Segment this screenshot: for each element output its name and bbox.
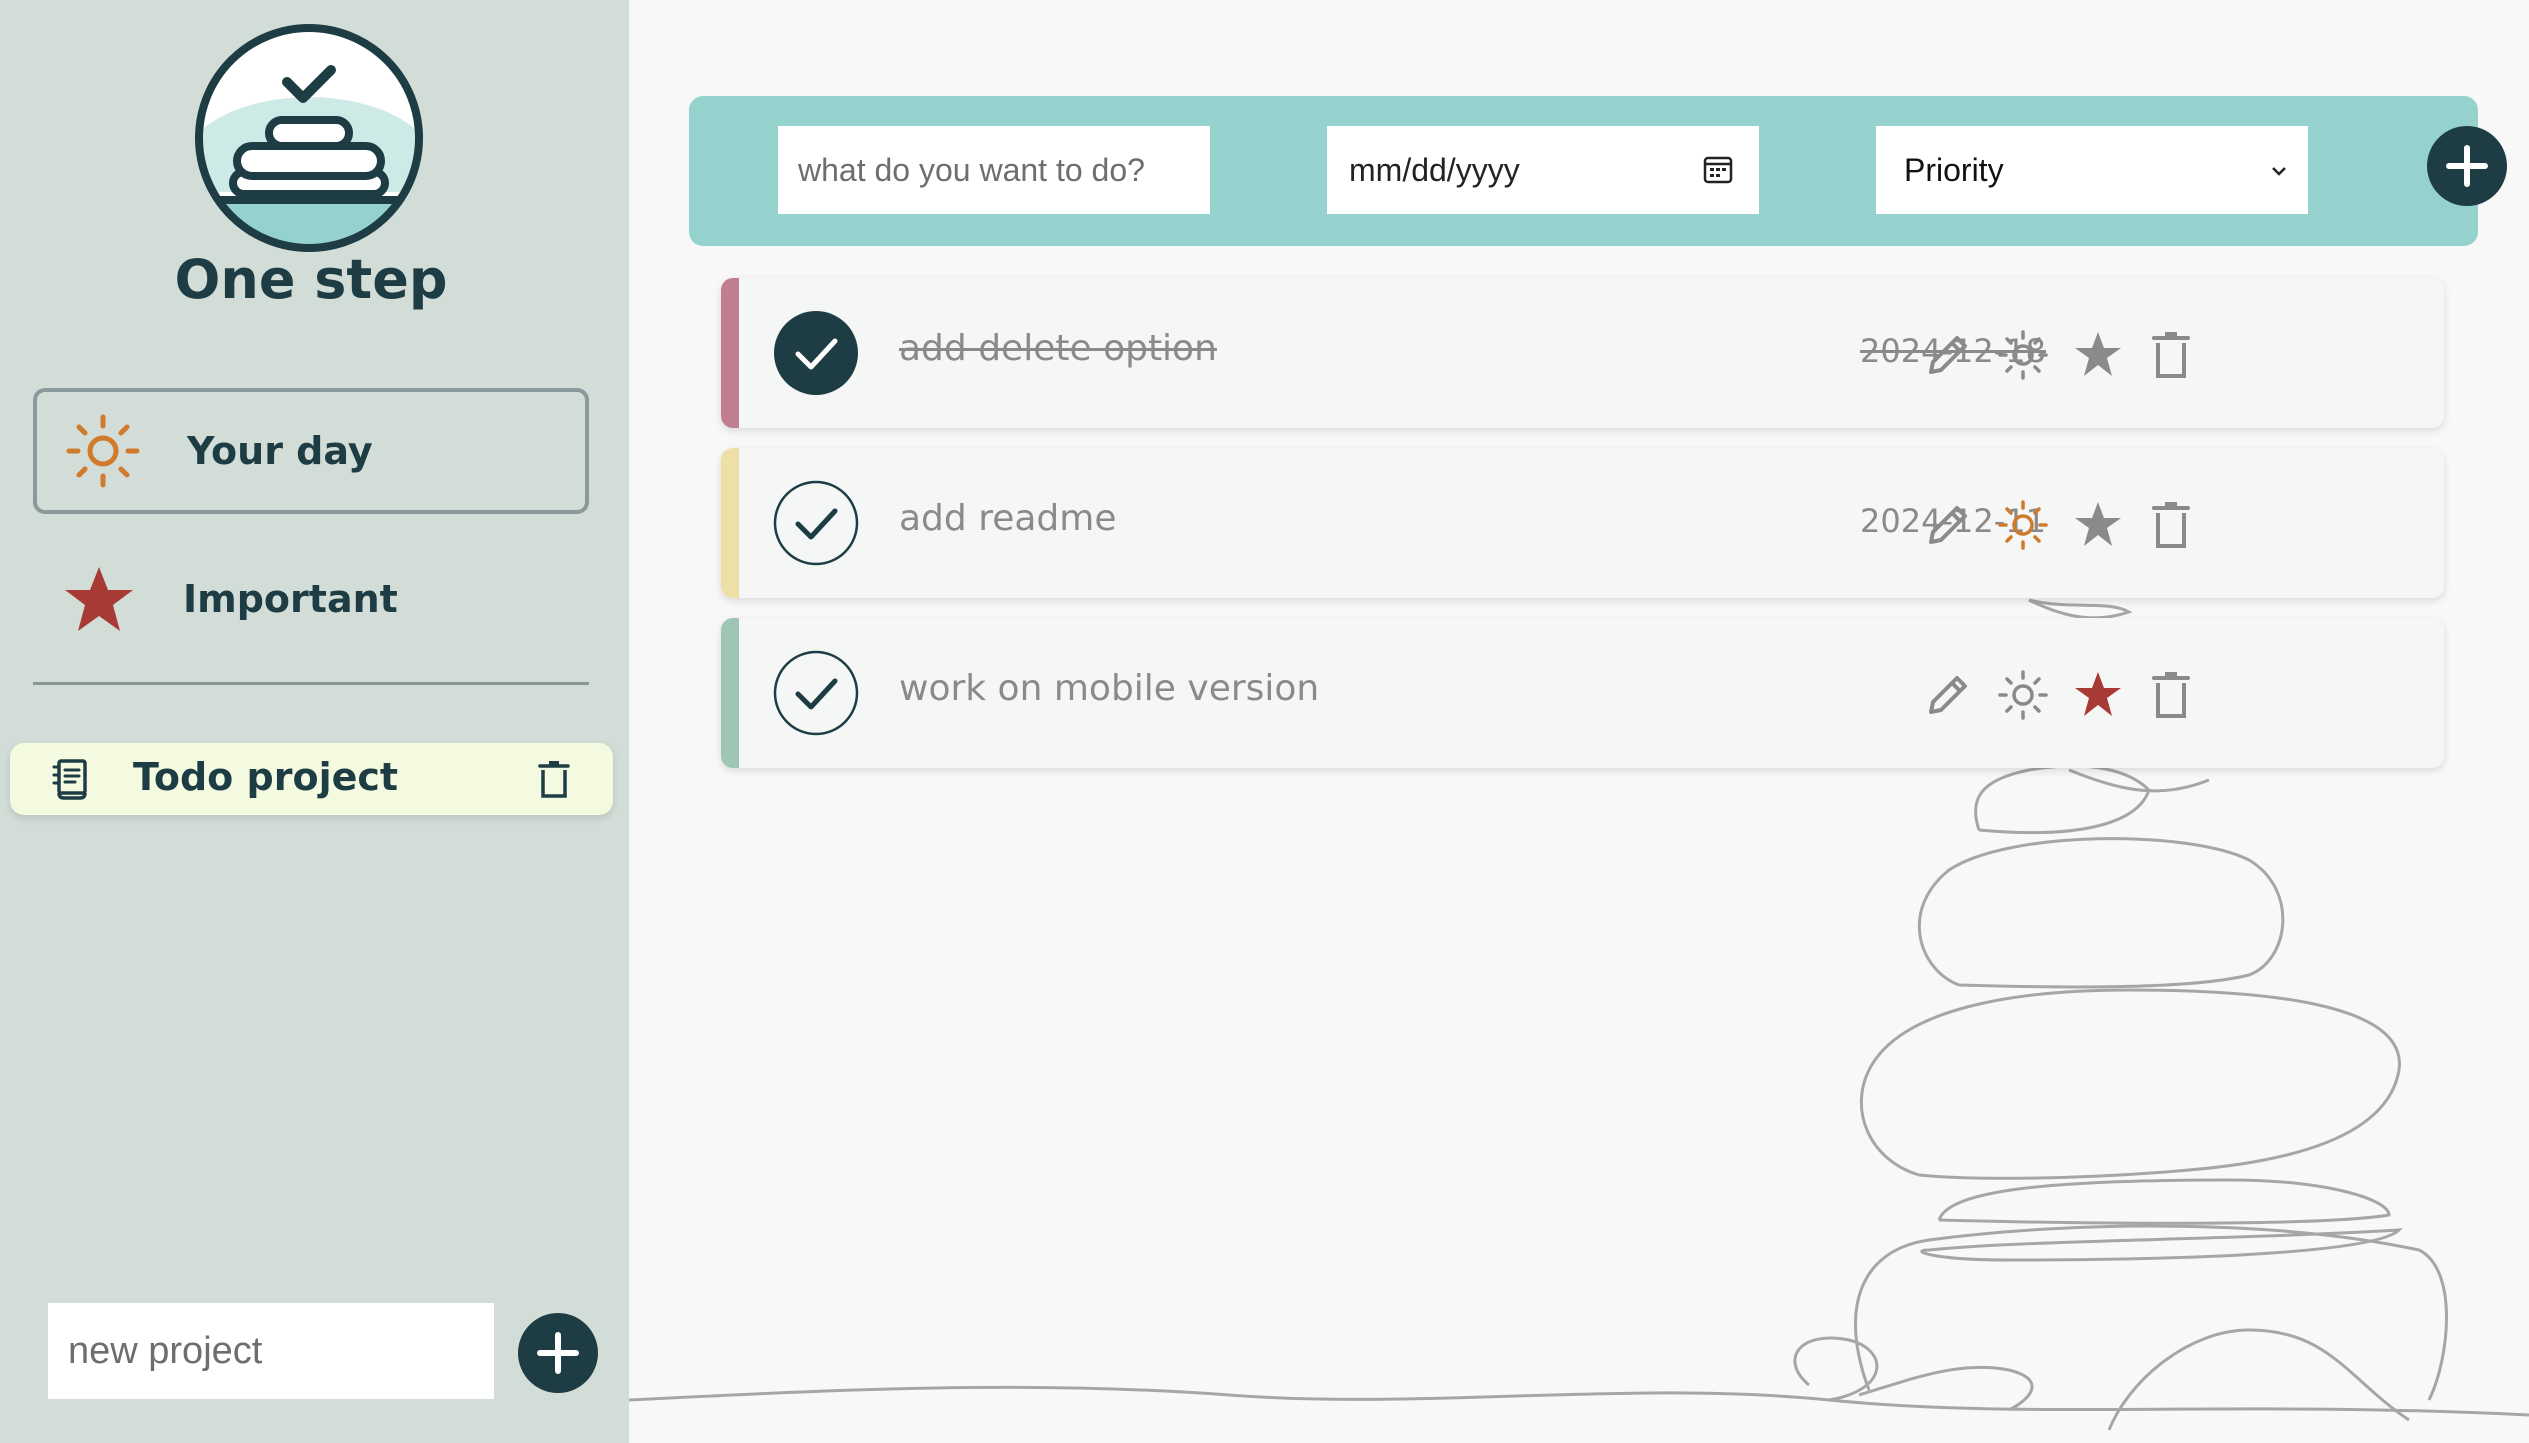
- complete-toggle[interactable]: [773, 650, 859, 736]
- task-title: work on mobile version: [899, 668, 1320, 709]
- plus-icon: [537, 1332, 579, 1374]
- app-title: One step: [174, 248, 448, 311]
- notebook-icon: [52, 759, 87, 800]
- add-project-button[interactable]: [518, 1313, 598, 1393]
- main-panel: mm/dd/yyyy Priority add delete: [629, 0, 2529, 1443]
- sun-icon[interactable]: [1996, 668, 2050, 722]
- sidebar: One step Your day Important Todo project…: [0, 0, 629, 1443]
- priority-value: Priority: [1904, 151, 2004, 188]
- pencil-icon[interactable]: [1921, 668, 1975, 722]
- star-icon: [65, 567, 133, 631]
- task-item: add delete option 2024-12-18: [721, 278, 2444, 428]
- priority-stripe: [721, 618, 739, 768]
- task-item: work on mobile version: [721, 618, 2444, 768]
- star-icon[interactable]: [2071, 668, 2125, 722]
- sidebar-divider: [33, 682, 589, 685]
- add-task-toolbar: mm/dd/yyyy Priority: [689, 96, 2507, 246]
- date-placeholder: mm/dd/yyyy: [1349, 151, 1520, 188]
- app-logo: [195, 24, 423, 252]
- priority-stripe: [721, 448, 739, 598]
- calendar-icon[interactable]: [1701, 152, 1735, 186]
- trash-icon[interactable]: [2144, 668, 2198, 722]
- priority-stripe: [721, 278, 739, 428]
- pencil-icon[interactable]: [1921, 328, 1975, 382]
- new-project-input[interactable]: [48, 1303, 494, 1399]
- plus-icon: [2446, 145, 2488, 187]
- trash-icon[interactable]: [2144, 328, 2198, 382]
- sun-icon[interactable]: [1996, 498, 2050, 552]
- project-item[interactable]: Todo project: [10, 743, 613, 815]
- task-input[interactable]: [778, 126, 1210, 214]
- add-task-button[interactable]: [2427, 126, 2507, 206]
- star-icon[interactable]: [2071, 328, 2125, 382]
- chevron-down-icon: [2272, 167, 2286, 176]
- task-title: add delete option: [899, 328, 1217, 369]
- delete-project-icon[interactable]: [532, 757, 576, 801]
- nav-label: Your day: [187, 429, 373, 473]
- pencil-icon[interactable]: [1921, 498, 1975, 552]
- trash-icon[interactable]: [2144, 498, 2198, 552]
- star-icon[interactable]: [2071, 498, 2125, 552]
- nav-your-day[interactable]: Your day: [33, 388, 589, 514]
- task-title: add readme: [899, 498, 1117, 539]
- complete-toggle[interactable]: [773, 480, 859, 566]
- project-label: Todo project: [133, 755, 399, 799]
- task-item: add readme 2024-12-11: [721, 448, 2444, 598]
- sun-icon[interactable]: [1996, 328, 2050, 382]
- complete-toggle[interactable]: [773, 310, 859, 396]
- sun-icon: [66, 414, 140, 488]
- date-input[interactable]: mm/dd/yyyy: [1327, 126, 1759, 214]
- nav-label: Important: [183, 577, 398, 621]
- nav-important[interactable]: Important: [33, 536, 589, 662]
- priority-select[interactable]: Priority: [1876, 126, 2308, 214]
